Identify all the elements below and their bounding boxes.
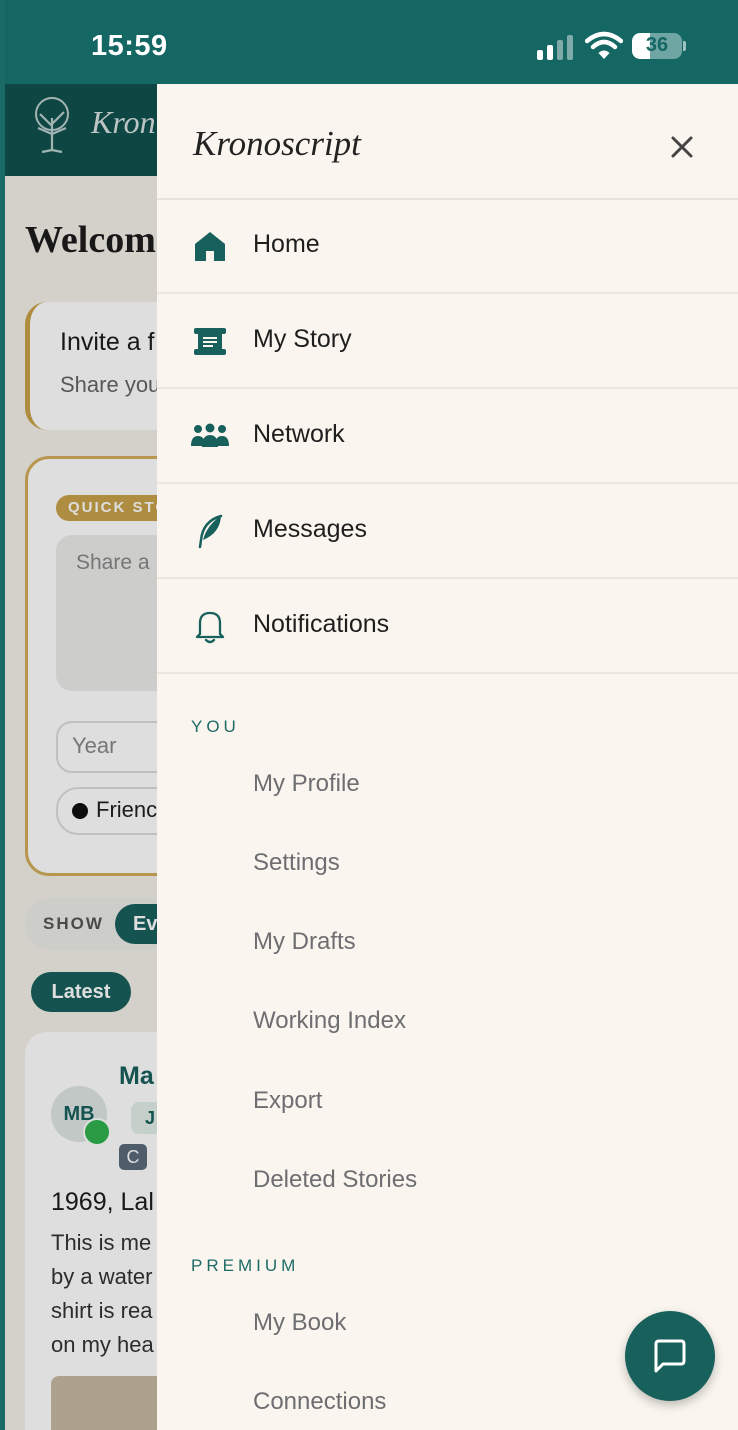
nav-label-network: Network bbox=[253, 420, 345, 448]
quill-icon bbox=[198, 514, 223, 549]
menu-item-my-profile[interactable]: My Profile bbox=[253, 770, 360, 798]
menu-item-my-book[interactable]: My Book bbox=[253, 1309, 346, 1337]
nav-item-network[interactable]: Network bbox=[157, 388, 738, 484]
menu-item-deleted-stories[interactable]: Deleted Stories bbox=[253, 1166, 417, 1194]
people-icon bbox=[191, 423, 229, 447]
nav-item-home[interactable]: Home bbox=[157, 198, 738, 294]
battery-level: 36 bbox=[645, 34, 669, 56]
chat-button[interactable] bbox=[625, 1311, 715, 1401]
navigation-drawer: Kronoscript Home My Story Network Messag… bbox=[157, 84, 738, 1430]
nav-label-my-story: My Story bbox=[253, 325, 352, 353]
menu-item-export[interactable]: Export bbox=[253, 1087, 322, 1115]
nav-item-notifications[interactable]: Notifications bbox=[157, 578, 738, 674]
scroll-icon bbox=[194, 328, 226, 355]
status-time: 15:59 bbox=[91, 30, 168, 62]
wifi-icon bbox=[585, 31, 623, 59]
chat-bubble-icon bbox=[654, 1339, 686, 1373]
nav-label-notifications: Notifications bbox=[253, 610, 390, 638]
nav-item-messages[interactable]: Messages bbox=[157, 483, 738, 579]
close-icon[interactable] bbox=[659, 124, 705, 170]
menu-item-settings[interactable]: Settings bbox=[253, 849, 340, 877]
nav-label-messages: Messages bbox=[253, 515, 367, 543]
nav-item-my-story[interactable]: My Story bbox=[157, 293, 738, 389]
home-icon bbox=[195, 232, 225, 261]
bell-icon bbox=[195, 611, 225, 644]
drawer-title: Kronoscript bbox=[193, 124, 361, 163]
nav-label-home: Home bbox=[253, 230, 320, 258]
menu-item-working-index[interactable]: Working Index bbox=[253, 1007, 406, 1035]
menu-item-my-drafts[interactable]: My Drafts bbox=[253, 928, 356, 956]
battery-icon: 36 bbox=[632, 33, 682, 59]
section-heading-premium: PREMIUM bbox=[191, 1256, 300, 1275]
status-bar: 15:59 36 bbox=[5, 0, 738, 84]
screen: 15:59 36 Kron Welcom Invite a f Share yo… bbox=[5, 0, 738, 1430]
drawer-header: Kronoscript bbox=[157, 84, 738, 200]
battery-tip bbox=[683, 41, 686, 51]
menu-item-connections[interactable]: Connections bbox=[253, 1388, 386, 1416]
section-heading-you: YOU bbox=[191, 717, 240, 736]
cellular-signal-icon bbox=[537, 34, 577, 60]
